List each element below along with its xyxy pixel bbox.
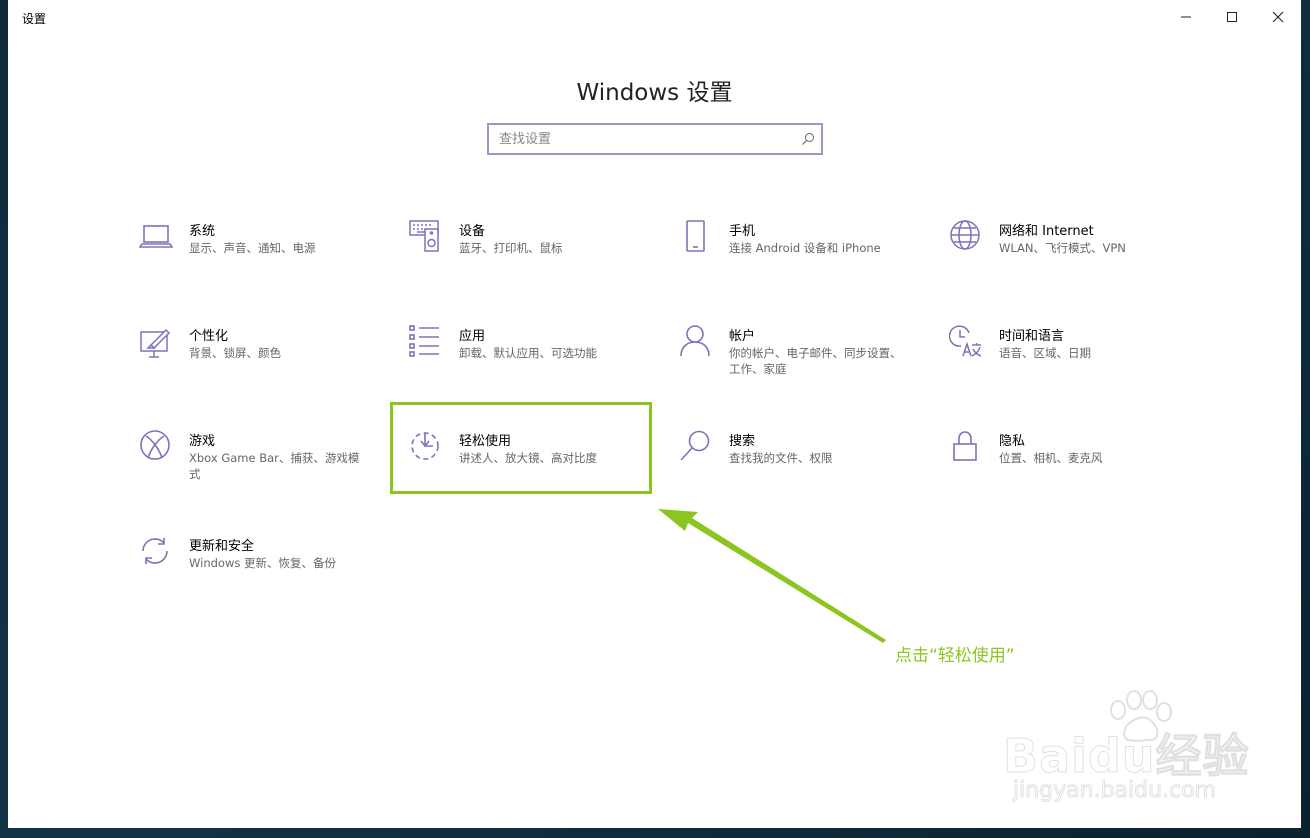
baidu-watermark: Baidu经验 jingyan.baidu.com [1003,690,1263,810]
watermark-logo: Baidu经验 [1003,729,1250,784]
annotation-text: 点击“轻松使用” [895,646,1015,666]
settings-window: 设置 Windows 设置 系统 显示、声音、通知、电源 [8,0,1301,828]
watermark-url: jingyan.baidu.com [1012,778,1217,804]
